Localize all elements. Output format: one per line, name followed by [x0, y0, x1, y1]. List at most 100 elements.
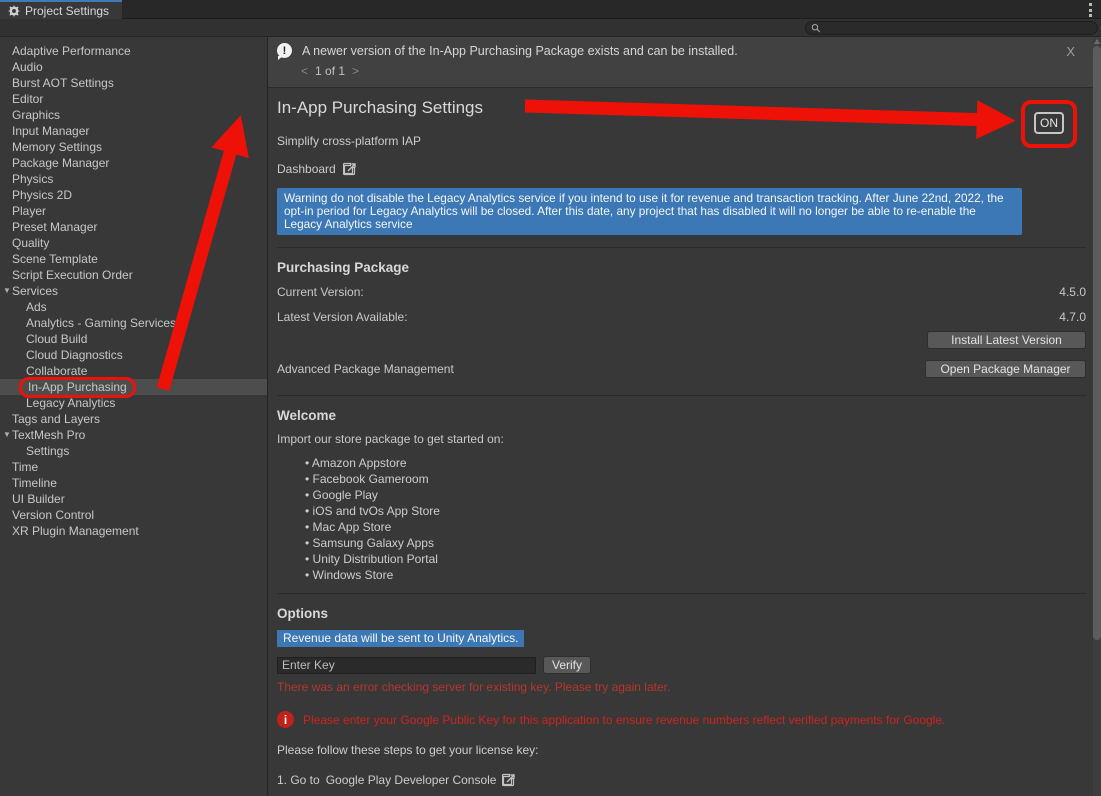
- sidebar-item-label: Version Control: [12, 508, 94, 522]
- sidebar-item-time[interactable]: Time: [0, 459, 267, 475]
- kebab-menu-icon[interactable]: [1085, 3, 1095, 17]
- purchasing-package-section: Purchasing Package Current Version: 4.5.…: [277, 260, 1086, 377]
- sidebar-item-script-execution-order[interactable]: Script Execution Order: [0, 267, 267, 283]
- sidebar-item-label: Services: [12, 284, 58, 298]
- sidebar-item-label: Timeline: [12, 476, 57, 490]
- sidebar-item-memory-settings[interactable]: Memory Settings: [0, 139, 267, 155]
- sidebar-item-label: Script Execution Order: [12, 268, 133, 282]
- sidebar-item-textmesh-pro[interactable]: ▼TextMesh Pro: [0, 427, 267, 443]
- sidebar-item-label: UI Builder: [12, 492, 65, 506]
- search-box[interactable]: [805, 21, 1098, 35]
- foldout-triangle-icon[interactable]: ▼: [3, 431, 11, 439]
- advanced-package-management-label: Advanced Package Management: [277, 362, 454, 376]
- section-divider: [277, 395, 1086, 396]
- store-list-item: Google Play: [305, 488, 1086, 504]
- steps-intro: Please follow these steps to get your li…: [277, 743, 1086, 757]
- step-1: 1. Go to Google Play Developer Console: [277, 773, 1086, 787]
- pager-text: 1 of 1: [315, 64, 345, 78]
- sidebar-item-burst-aot-settings[interactable]: Burst AOT Settings: [0, 75, 267, 91]
- update-notification-banner: ! A newer version of the In-App Purchasi…: [268, 37, 1093, 88]
- sidebar-item-adaptive-performance[interactable]: Adaptive Performance: [0, 43, 267, 59]
- open-package-manager-button[interactable]: Open Package Manager: [925, 360, 1086, 378]
- tab-project-settings[interactable]: Project Settings: [0, 0, 122, 19]
- sidebar-item-label: Analytics - Gaming Services: [26, 316, 176, 330]
- scrollbar-up-arrow-icon[interactable]: [1094, 39, 1100, 44]
- store-list-item: Mac App Store: [305, 520, 1086, 536]
- sidebar-item-analytics-gaming-services[interactable]: Analytics - Gaming Services: [0, 315, 267, 331]
- notification-message: A newer version of the In-App Purchasing…: [302, 44, 738, 58]
- sidebar-item-label: Player: [12, 204, 46, 218]
- sidebar-item-label: Graphics: [12, 108, 60, 122]
- dashboard-link[interactable]: Dashboard: [277, 162, 357, 176]
- sidebar-item-version-control[interactable]: Version Control: [0, 507, 267, 523]
- sidebar-item-scene-template[interactable]: Scene Template: [0, 251, 267, 267]
- pager-prev-button[interactable]: <: [301, 64, 308, 78]
- notification-close-button[interactable]: X: [1066, 44, 1075, 59]
- sidebar-item-cloud-diagnostics[interactable]: Cloud Diagnostics: [0, 347, 267, 363]
- sidebar-item-package-manager[interactable]: Package Manager: [0, 155, 267, 171]
- latest-version-label: Latest Version Available:: [277, 310, 408, 324]
- google-play-console-link-label: Google Play Developer Console: [326, 773, 497, 787]
- store-list-item: Amazon Appstore: [305, 456, 1086, 472]
- sidebar-item-timeline[interactable]: Timeline: [0, 475, 267, 491]
- sidebar-item-label: Adaptive Performance: [12, 44, 131, 58]
- sidebar-item-label: Cloud Build: [26, 332, 87, 346]
- sidebar-item-label: Physics 2D: [12, 188, 72, 202]
- sidebar-item-input-manager[interactable]: Input Manager: [0, 123, 267, 139]
- welcome-header: Welcome: [277, 408, 1086, 423]
- sidebar-item-services[interactable]: ▼Services: [0, 283, 267, 299]
- store-list-item: Samsung Galaxy Apps: [305, 536, 1086, 552]
- external-link-icon: [343, 162, 357, 176]
- google-public-key-input[interactable]: [277, 657, 536, 674]
- google-play-console-link[interactable]: Google Play Developer Console: [326, 773, 517, 787]
- sidebar-item-ui-builder[interactable]: UI Builder: [0, 491, 267, 507]
- sidebar-item-audio[interactable]: Audio: [0, 59, 267, 75]
- step-1-prefix: 1. Go to: [277, 773, 320, 787]
- sidebar-item-label: Input Manager: [12, 124, 89, 138]
- install-latest-version-button[interactable]: Install Latest Version: [927, 331, 1086, 349]
- analytics-note: Revenue data will be sent to Unity Analy…: [277, 630, 524, 647]
- pager-next-button[interactable]: >: [352, 64, 359, 78]
- sidebar-item-cloud-build[interactable]: Cloud Build: [0, 331, 267, 347]
- store-list-item: iOS and tvOs App Store: [305, 504, 1086, 520]
- sidebar-item-label: Time: [12, 460, 38, 474]
- sidebar-item-xr-plugin-management[interactable]: XR Plugin Management: [0, 523, 267, 539]
- sidebar-item-quality[interactable]: Quality: [0, 235, 267, 251]
- sidebar-item-editor[interactable]: Editor: [0, 91, 267, 107]
- sidebar-item-label: Physics: [12, 172, 53, 186]
- vertical-scrollbar: [1093, 37, 1101, 796]
- sidebar-item-physics-2d[interactable]: Physics 2D: [0, 187, 267, 203]
- sidebar-item-legacy-analytics[interactable]: Legacy Analytics: [0, 395, 267, 411]
- store-list-item: Unity Distribution Portal: [305, 552, 1086, 568]
- iap-on-toggle[interactable]: ON: [1034, 112, 1064, 134]
- sidebar-item-settings[interactable]: Settings: [0, 443, 267, 459]
- options-header: Options: [277, 606, 1086, 621]
- scrollbar-thumb[interactable]: [1093, 46, 1101, 640]
- search-input[interactable]: [825, 22, 1092, 34]
- page-title: In-App Purchasing Settings: [277, 98, 1086, 118]
- sidebar-item-preset-manager[interactable]: Preset Manager: [0, 219, 267, 235]
- external-link-icon: [502, 773, 516, 787]
- tab-title: Project Settings: [25, 4, 109, 18]
- purchasing-package-header: Purchasing Package: [277, 260, 1086, 275]
- sidebar-item-tags-and-layers[interactable]: Tags and Layers: [0, 411, 267, 427]
- sidebar-item-player[interactable]: Player: [0, 203, 267, 219]
- sidebar-item-physics[interactable]: Physics: [0, 171, 267, 187]
- foldout-triangle-icon[interactable]: ▼: [3, 287, 11, 295]
- verify-button[interactable]: Verify: [543, 656, 591, 674]
- welcome-intro: Import our store package to get started …: [277, 432, 1086, 446]
- project-settings-window: Project Settings Adaptive PerformanceAud…: [0, 0, 1101, 796]
- info-icon: i: [277, 711, 294, 728]
- google-key-warning-text: Please enter your Google Public Key for …: [303, 713, 945, 727]
- dashboard-link-label: Dashboard: [277, 162, 336, 176]
- store-list-item: Windows Store: [305, 568, 1086, 584]
- sidebar-item-graphics[interactable]: Graphics: [0, 107, 267, 123]
- search-icon: [811, 23, 821, 33]
- sidebar-item-in-app-purchasing[interactable]: In-App Purchasing: [0, 379, 267, 395]
- settings-sidebar: Adaptive PerformanceAudioBurst AOT Setti…: [0, 37, 267, 796]
- page-subtitle: Simplify cross-platform IAP: [277, 134, 1086, 148]
- sidebar-item-label: Settings: [26, 444, 69, 458]
- sidebar-item-ads[interactable]: Ads: [0, 299, 267, 315]
- sidebar-item-label: Burst AOT Settings: [12, 76, 114, 90]
- options-section: Options Revenue data will be sent to Uni…: [277, 606, 1086, 796]
